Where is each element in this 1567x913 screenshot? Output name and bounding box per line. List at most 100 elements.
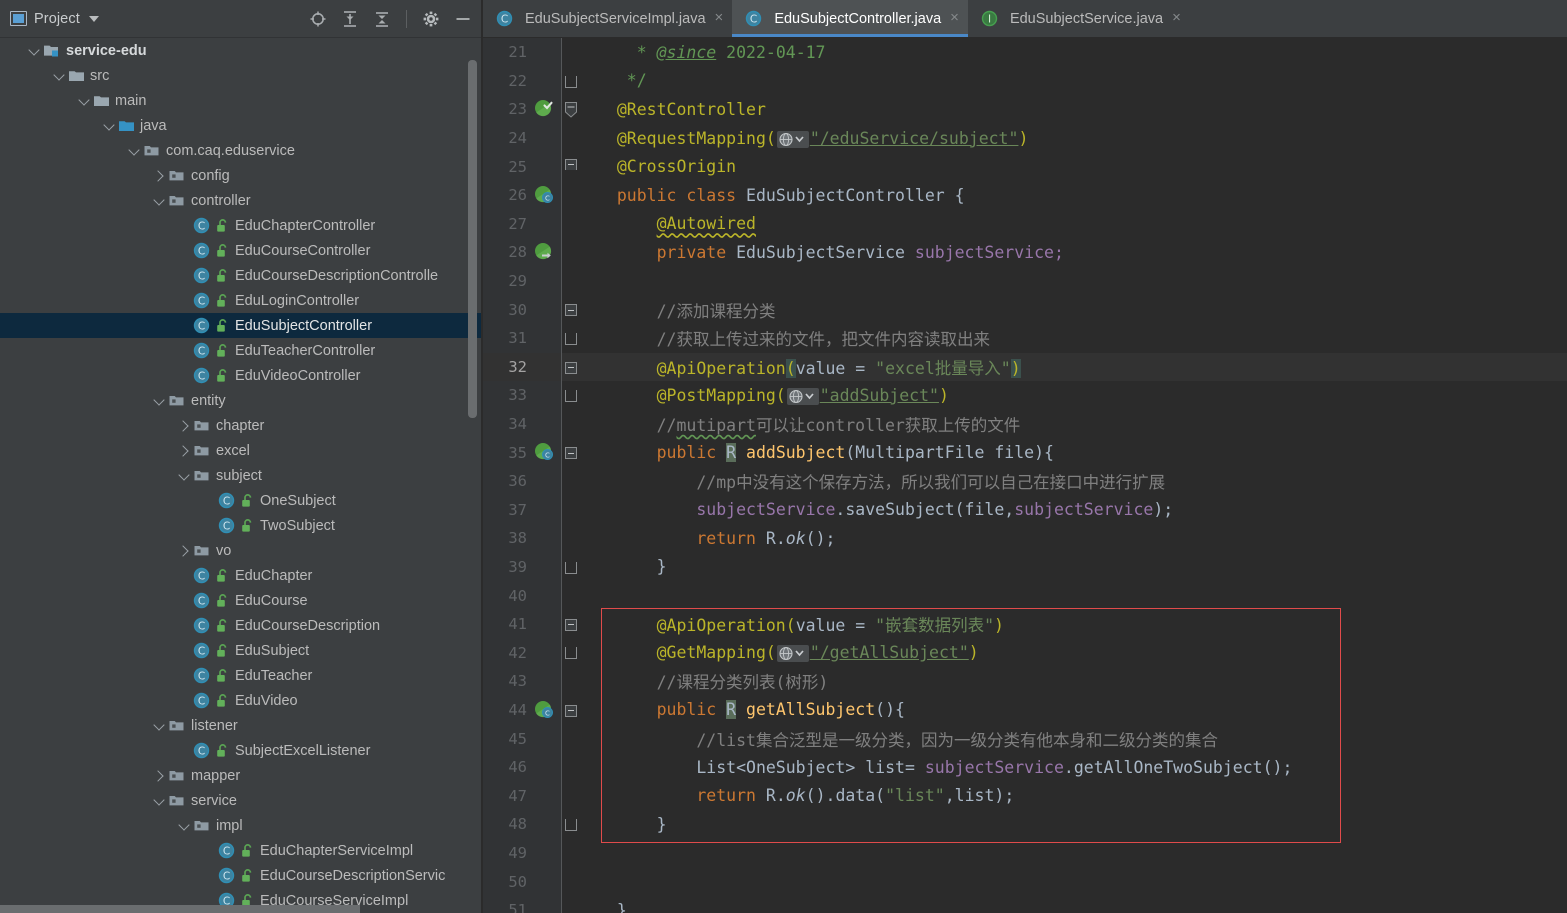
code-line-30[interactable]: 30 //添加课程分类: [483, 295, 1567, 324]
web-url-icon[interactable]: [776, 130, 809, 148]
tree-node-edulogincontroller[interactable]: C EduLoginController: [0, 288, 483, 313]
project-title-button[interactable]: Project: [10, 11, 99, 27]
code-line-28[interactable]: 28 private EduSubjectService subjectServ…: [483, 238, 1567, 267]
code-fold-fold-arrowtop[interactable]: [561, 152, 583, 181]
code-line-51[interactable]: 51 }: [483, 895, 1567, 913]
code-fold-fold-end[interactable]: [561, 810, 583, 839]
chevron-down-icon[interactable]: [151, 193, 167, 209]
bean-arrow-gutter-icon[interactable]: [531, 238, 561, 267]
code-fold-fold-minus[interactable]: [561, 295, 583, 324]
tree-node-src[interactable]: src: [0, 63, 483, 88]
code-line-21[interactable]: 21 * @since 2022-04-17: [483, 38, 1567, 67]
chevron-right-icon[interactable]: [176, 418, 192, 434]
code-fold-fold-end[interactable]: [561, 638, 583, 667]
tree-node-edusubjectcontroller[interactable]: C EduSubjectController: [0, 313, 483, 338]
code-fold-fold-end[interactable]: [561, 553, 583, 582]
gear-icon[interactable]: [421, 9, 441, 29]
code-line-35[interactable]: 35 C public R addSubject(MultipartFile fi…: [483, 438, 1567, 467]
tree-node-subjectexcellistener[interactable]: C SubjectExcelListener: [0, 738, 483, 763]
chevron-down-icon[interactable]: [151, 718, 167, 734]
code-line-49[interactable]: 49: [483, 838, 1567, 868]
bean-check-gutter-icon[interactable]: [531, 95, 561, 124]
chevron-down-icon[interactable]: [176, 468, 192, 484]
bean-class-gutter-icon[interactable]: C: [531, 181, 561, 210]
tree-node-educoursecontroller[interactable]: C EduCourseController: [0, 238, 483, 263]
code-line-22[interactable]: 22 */: [483, 66, 1567, 96]
chevron-down-icon[interactable]: [51, 68, 67, 84]
code-fold-fold-minus[interactable]: [561, 353, 583, 382]
code-line-42[interactable]: 42 @GetMapping("/getAllSubject"): [483, 638, 1567, 668]
code-line-45[interactable]: 45 //list集合泛型是一级分类，因为一级分类有他本身和二级分类的集合: [483, 724, 1567, 753]
code-fold-fold-minus[interactable]: [561, 696, 583, 725]
tree-node-mapper[interactable]: mapper: [0, 763, 483, 788]
editor-tab-edusubjectservice[interactable]: I EduSubjectService.java ×: [968, 0, 1190, 37]
code-line-40[interactable]: 40: [483, 581, 1567, 610]
code-line-34[interactable]: 34 //mutipart可以让controller获取上传的文件: [483, 409, 1567, 439]
tree-node-educoursedescriptionservic[interactable]: C EduCourseDescriptionServic: [0, 863, 483, 888]
tree-node-twosubject[interactable]: C TwoSubject: [0, 513, 483, 538]
code-fold-fold-end[interactable]: [561, 381, 583, 410]
code-line-29[interactable]: 29: [483, 266, 1567, 296]
minimize-icon[interactable]: [453, 9, 473, 29]
tree-node-educoursedescription[interactable]: C EduCourseDescription: [0, 613, 483, 638]
tree-node-entity[interactable]: entity: [0, 388, 483, 413]
code-line-33[interactable]: 33 @PostMapping("addSubject"): [483, 381, 1567, 410]
code-line-39[interactable]: 39 }: [483, 552, 1567, 582]
chevron-down-icon[interactable]: [101, 118, 117, 134]
chevron-right-icon[interactable]: [176, 543, 192, 559]
tree-node-educourse[interactable]: C EduCourse: [0, 588, 483, 613]
bean-class-gutter-icon[interactable]: C: [531, 438, 561, 467]
web-url-icon[interactable]: [786, 387, 819, 405]
tree-node-educhapter[interactable]: C EduChapter: [0, 563, 483, 588]
tree-node-subject[interactable]: subject: [0, 463, 483, 488]
code-line-27[interactable]: 27 @Autowired: [483, 209, 1567, 239]
code-line-31[interactable]: 31 //获取上传过来的文件，把文件内容读取出来: [483, 323, 1567, 353]
tree-node-java[interactable]: java: [0, 113, 483, 138]
code-line-48[interactable]: 48 }: [483, 810, 1567, 839]
tree-node-config[interactable]: config: [0, 163, 483, 188]
tree-node-educoursedescriptioncontrolle[interactable]: C EduCourseDescriptionControlle: [0, 263, 483, 288]
tree-node-impl[interactable]: impl: [0, 813, 483, 838]
tree-node-eduteachercontroller[interactable]: C EduTeacherController: [0, 338, 483, 363]
chevron-down-icon[interactable]: [151, 793, 167, 809]
code-line-38[interactable]: 38 return R.ok();: [483, 524, 1567, 553]
tree-node-vo[interactable]: vo: [0, 538, 483, 563]
code-line-43[interactable]: 43 //课程分类列表(树形): [483, 667, 1567, 696]
code-line-47[interactable]: 47 return R.ok().data("list",list);: [483, 781, 1567, 811]
project-tree-scroll-area[interactable]: service-edu src main java com.caq.eduservice…: [0, 38, 483, 913]
code-fold-fold-tri[interactable]: [561, 95, 583, 124]
code-line-37[interactable]: 37 subjectService.saveSubject(file,subje…: [483, 495, 1567, 525]
close-icon[interactable]: ×: [715, 10, 724, 27]
locate-icon[interactable]: [308, 9, 328, 29]
chevron-down-icon[interactable]: [176, 818, 192, 834]
code-line-26[interactable]: 26 C public class EduSubjectController {: [483, 180, 1567, 210]
code-line-32[interactable]: 32 @ApiOperation(value = "excel批量导入"): [483, 352, 1567, 382]
collapse-all-icon[interactable]: [372, 9, 392, 29]
web-url-icon[interactable]: [776, 645, 809, 663]
close-icon[interactable]: ×: [950, 10, 959, 27]
code-editor[interactable]: 21 * @since 2022-04-17 22 */23 @RestContr…: [483, 38, 1567, 913]
tree-node-onesubject[interactable]: C OneSubject: [0, 488, 483, 513]
code-line-44[interactable]: 44 C public R getAllSubject(){: [483, 695, 1567, 725]
expand-all-icon[interactable]: [340, 9, 360, 29]
code-line-41[interactable]: 41 @ApiOperation(value = "嵌套数据列表"): [483, 609, 1567, 639]
tree-node-service[interactable]: service: [0, 788, 483, 813]
tree-node-eduteacher[interactable]: C EduTeacher: [0, 663, 483, 688]
chevron-down-icon[interactable]: [76, 93, 92, 109]
tree-node-eduvideocontroller[interactable]: C EduVideoController: [0, 363, 483, 388]
chevron-right-icon[interactable]: [151, 768, 167, 784]
editor-tab-edusubjectcontroller[interactable]: C EduSubjectController.java ×: [732, 0, 968, 37]
project-tree-vertical-scrollbar[interactable]: [468, 60, 477, 418]
project-tree-horizontal-scrollbar[interactable]: [0, 905, 360, 913]
editor-tab-edusubjectserviceimpl[interactable]: C EduSubjectServiceImpl.java ×: [483, 0, 732, 37]
code-line-46[interactable]: 46 List<OneSubject> list= subjectService…: [483, 752, 1567, 782]
tree-node-controller[interactable]: controller: [0, 188, 483, 213]
tree-node-com-caq-eduservice[interactable]: com.caq.eduservice: [0, 138, 483, 163]
chevron-down-icon[interactable]: [151, 393, 167, 409]
close-icon[interactable]: ×: [1172, 10, 1181, 27]
chevron-down-icon[interactable]: [126, 143, 142, 159]
code-line-23[interactable]: 23 @RestController: [483, 95, 1567, 124]
code-line-50[interactable]: 50: [483, 867, 1567, 896]
tree-node-eduvideo[interactable]: C EduVideo: [0, 688, 483, 713]
tree-node-excel[interactable]: excel: [0, 438, 483, 463]
